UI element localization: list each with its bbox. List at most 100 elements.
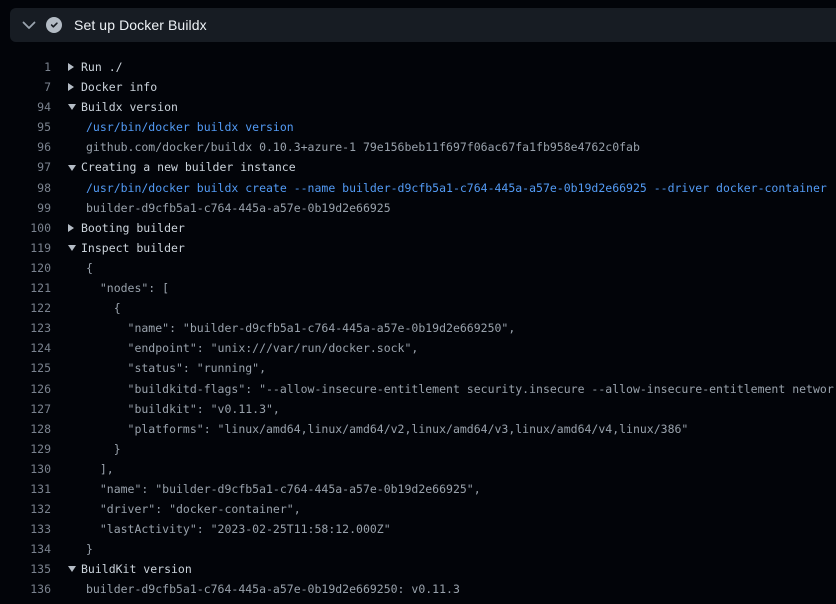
triangle-down-icon (68, 165, 81, 171)
output-text: builder-d9cfb5a1-c764-445a-a57e-0b19d2e6… (86, 198, 391, 218)
line-content: "name": "builder-d9cfb5a1-c764-445a-a57e… (68, 318, 515, 338)
line-number[interactable]: 1 (0, 57, 51, 77)
log-line-row: 127 "buildkit": "v0.11.3", (0, 399, 836, 419)
line-number[interactable]: 125 (0, 358, 51, 378)
line-number[interactable]: 129 (0, 439, 51, 459)
line-number[interactable]: 123 (0, 318, 51, 338)
line-content: "status": "running", (68, 358, 266, 378)
check-circle-icon (46, 17, 62, 33)
line-number[interactable]: 121 (0, 278, 51, 298)
log-line-row: 99 builder-d9cfb5a1-c764-445a-a57e-0b19d2… (0, 198, 836, 218)
triangle-glyph (68, 224, 74, 232)
group-title: Inspect builder (81, 238, 185, 258)
line-number[interactable]: 99 (0, 198, 51, 218)
log-line-row: 129 } (0, 439, 836, 459)
line-number[interactable]: 124 (0, 338, 51, 358)
line-number[interactable]: 7 (0, 77, 51, 97)
line-number[interactable]: 128 (0, 419, 51, 439)
line-content[interactable]: Inspect builder (68, 238, 185, 258)
log-line-row: 123 "name": "builder-d9cfb5a1-c764-445a-… (0, 318, 836, 338)
triangle-glyph (68, 83, 74, 91)
line-content[interactable]: Creating a new builder instance (68, 157, 296, 177)
triangle-glyph (68, 566, 76, 572)
line-content: { (68, 258, 93, 278)
log-line-row: 133 "lastActivity": "2023-02-25T11:58:12… (0, 519, 836, 539)
output-text: "status": "running", (86, 358, 266, 378)
line-number[interactable]: 119 (0, 238, 51, 258)
line-content[interactable]: Booting builder (68, 218, 185, 238)
line-number[interactable]: 95 (0, 117, 51, 137)
log-group-row[interactable]: 100 Booting builder (0, 218, 836, 238)
line-content: "buildkitd-flags": "--allow-insecure-ent… (68, 379, 834, 399)
line-number[interactable]: 135 (0, 559, 51, 579)
line-number[interactable]: 130 (0, 459, 51, 479)
log-group-row[interactable]: 97 Creating a new builder instance (0, 157, 836, 177)
line-number[interactable]: 98 (0, 178, 51, 198)
line-content[interactable]: Docker info (68, 77, 157, 97)
line-number[interactable]: 94 (0, 97, 51, 117)
output-text: "buildkit": "v0.11.3", (86, 399, 280, 419)
log-line-row: 96 github.com/docker/buildx 0.10.3+azure-… (0, 137, 836, 157)
line-number[interactable]: 131 (0, 479, 51, 499)
line-number[interactable]: 126 (0, 379, 51, 399)
log-line-row: 128 "platforms": "linux/amd64,linux/amd6… (0, 419, 836, 439)
line-number[interactable]: 100 (0, 218, 51, 238)
line-content: github.com/docker/buildx 0.10.3+azure-1 … (68, 137, 640, 157)
line-content[interactable]: Buildx version (68, 97, 178, 117)
log-group-row[interactable]: 135 BuildKit version (0, 559, 836, 579)
log-group-row[interactable]: 7 Docker info (0, 77, 836, 97)
group-title: Buildx version (81, 97, 178, 117)
line-content: /usr/bin/docker buildx version (68, 117, 294, 137)
line-content: ], (68, 459, 114, 479)
output-text: builder-d9cfb5a1-c764-445a-a57e-0b19d2e6… (86, 579, 460, 599)
line-number[interactable]: 122 (0, 298, 51, 318)
step-header[interactable]: Set up Docker Buildx (10, 8, 836, 42)
log-group-row[interactable]: 1 Run ./ (0, 57, 836, 77)
group-title: Creating a new builder instance (81, 157, 296, 177)
output-text: github.com/docker/buildx 0.10.3+azure-1 … (86, 137, 640, 157)
line-content[interactable]: BuildKit version (68, 559, 192, 579)
line-number[interactable]: 120 (0, 258, 51, 278)
line-content: } (68, 539, 93, 559)
line-content: /usr/bin/docker buildx create --name bui… (68, 178, 827, 198)
log-line-row: 120 { (0, 258, 836, 278)
triangle-down-icon (68, 566, 81, 572)
line-content: builder-d9cfb5a1-c764-445a-a57e-0b19d2e6… (68, 198, 391, 218)
line-number[interactable]: 132 (0, 499, 51, 519)
log-line-row: 136 builder-d9cfb5a1-c764-445a-a57e-0b19d… (0, 579, 836, 599)
output-text: "name": "builder-d9cfb5a1-c764-445a-a57e… (86, 318, 515, 338)
line-number[interactable]: 96 (0, 137, 51, 157)
line-content: "endpoint": "unix:///var/run/docker.sock… (68, 338, 418, 358)
triangle-right-icon (68, 83, 81, 91)
line-content[interactable]: Run ./ (68, 57, 123, 77)
output-text: "endpoint": "unix:///var/run/docker.sock… (86, 338, 418, 358)
chevron-down-icon (14, 8, 44, 42)
output-text: "platforms": "linux/amd64,linux/amd64/v2… (86, 419, 688, 439)
triangle-down-icon (68, 104, 81, 110)
command-text: /usr/bin/docker buildx version (86, 117, 294, 137)
triangle-glyph (68, 104, 76, 110)
group-title: Booting builder (81, 218, 185, 238)
triangle-right-icon (68, 224, 81, 232)
step-title: Set up Docker Buildx (74, 17, 207, 33)
line-content: "platforms": "linux/amd64,linux/amd64/v2… (68, 419, 688, 439)
log-line-row: 131 "name": "builder-d9cfb5a1-c764-445a-… (0, 479, 836, 499)
line-number[interactable]: 127 (0, 399, 51, 419)
log-line-row: 122 { (0, 298, 836, 318)
output-text: "nodes": [ (86, 278, 169, 298)
log-line-row: 124 "endpoint": "unix:///var/run/docker.… (0, 338, 836, 358)
log-line-row: 125 "status": "running", (0, 358, 836, 378)
log-line-row: 95/usr/bin/docker buildx version (0, 117, 836, 137)
line-number[interactable]: 133 (0, 519, 51, 539)
line-content: "name": "builder-d9cfb5a1-c764-445a-a57e… (68, 479, 481, 499)
output-text: } (86, 539, 93, 559)
triangle-glyph (68, 63, 74, 71)
log-group-row[interactable]: 119 Inspect builder (0, 238, 836, 258)
output-text: } (86, 439, 121, 459)
log-group-row[interactable]: 94 Buildx version (0, 97, 836, 117)
line-number[interactable]: 134 (0, 539, 51, 559)
group-title: Docker info (81, 77, 157, 97)
line-number[interactable]: 136 (0, 579, 51, 599)
output-text: "lastActivity": "2023-02-25T11:58:12.000… (86, 519, 391, 539)
line-number[interactable]: 97 (0, 157, 51, 177)
